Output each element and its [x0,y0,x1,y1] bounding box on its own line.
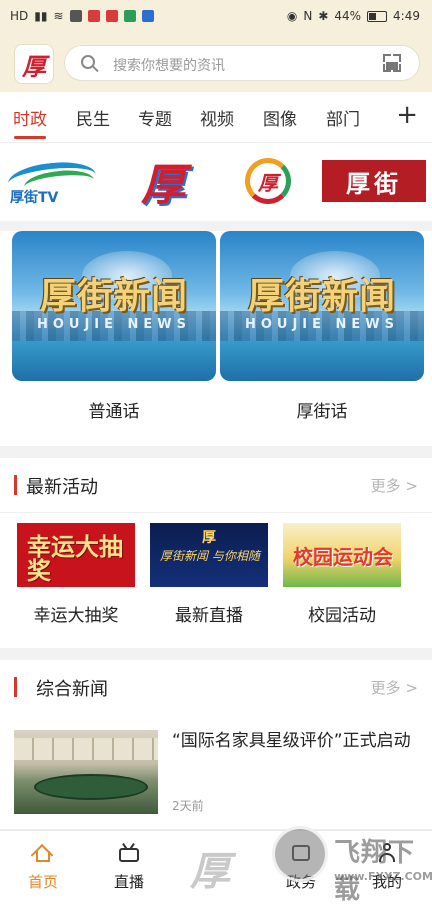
add-tab-icon[interactable]: + [396,101,418,129]
activity-thumb-text: 厚街新闻 与你相随 [160,549,260,563]
activity-thumb-text: 校园运动会 [293,545,393,569]
divider [0,221,432,231]
battery-percent: 44% [334,9,362,23]
video-thumb-title: 厚街新闻 [39,275,188,317]
channel-houjie-banner[interactable]: 厚街 [322,160,426,202]
watermark-logo-icon [272,826,328,882]
bluetooth-icon: ✱ [318,9,329,23]
more-news-link[interactable]: 更多 > [371,677,418,698]
section-title-news: 综合新闻 [36,679,108,700]
channel-houjie-ring-logo[interactable]: 厚 [240,153,296,209]
tab-politics[interactable]: 时政 [13,105,47,130]
nav-label: 首页 [27,873,58,891]
activity-live[interactable]: 厚 厚街新闻 与你相随 最新直播 [150,523,268,626]
video-card-label: 普通话 [88,402,140,422]
activity-thumb-logo: 厚 [202,530,216,546]
clock: 4:49 [393,9,420,23]
center-logo-button[interactable]: 厚 [190,839,230,897]
activity-label: 校园活动 [308,606,376,626]
video-thumbnail[interactable]: 厚街新闻 HOUJIE NEWS [12,231,216,381]
watermark-name: 飞翔下载 [334,838,416,905]
app-notification-icon [87,10,100,22]
nav-live[interactable]: 直播 [86,843,172,892]
channel-tv-label: 厚街TV [10,190,59,206]
active-tab-indicator [14,136,46,139]
activity-thumb-text: 幸运大抽奖 [27,532,123,585]
activity-thumbnail[interactable]: 厚 厚街新闻 与你相随 [150,523,268,587]
channel-houjie-tv[interactable]: 厚街TV [6,153,98,209]
watermark: 飞翔下载 www.FXXZ.COM [270,812,432,905]
logo-mark: 厚 [22,51,46,81]
tab-livelihood[interactable]: 民生 [76,105,110,130]
divider [0,648,432,660]
scan-icon[interactable] [383,54,401,72]
tabs-fade [370,92,398,142]
status-bar: HD ▮▮ ≋ ◉ N ✱ 44% 4:49 [0,0,432,34]
video-card-dialect[interactable]: 厚街新闻 HOUJIE NEWS 厚街话 [220,231,424,422]
video-thumbnail[interactable]: 厚街新闻 HOUJIE NEWS [220,231,424,381]
video-thumb-title: 厚街新闻 [247,275,396,317]
search-icon [81,55,95,69]
sync-app-icon [123,10,136,22]
chat-app-icon [69,10,82,22]
channel-ring-mark: 厚 [245,158,291,204]
cloud-app-icon [141,10,154,22]
news-time: 2天前 [172,799,204,813]
section-title-activities: 最新活动 [26,477,98,498]
app-logo[interactable]: 厚 [14,44,54,84]
section-header-activities: 最新活动 更多 > [0,458,432,513]
nav-label: 直播 [113,873,144,891]
category-tabs: 时政 民生 专题 视频 图像 部门 + [0,92,432,143]
news-title[interactable]: “国际名家具星级评价”正式启动 [172,729,418,754]
channel-strip: 厚街TV 厚 厚 厚街 [0,143,432,221]
activity-label: 最新直播 [175,606,243,626]
search-bar[interactable]: 搜索你想要的资讯 [64,45,420,81]
status-icons-left: HD ▮▮ ≋ [10,9,154,23]
activity-lucky-draw[interactable]: 幸运大抽奖 幸运大抽奖 [17,523,135,626]
live-icon [118,843,140,863]
watermark-url: www.FXXZ.COM [334,870,432,883]
app-header: 厚 搜索你想要的资讯 [0,34,432,92]
section-header-news: 综合新闻 更多 > [0,660,432,715]
wifi-icon: ≋ [53,9,64,23]
network-indicator: HD [10,9,29,23]
nfc-icon: N [303,9,313,23]
divider [0,446,432,458]
section-accent-bar [14,475,17,495]
video-card-label: 厚街话 [296,402,348,422]
video-thumb-subtitle: HOUJIE NEWS [36,317,192,332]
video-card-mandarin[interactable]: 厚街新闻 HOUJIE NEWS 普通话 [12,231,216,422]
eye-icon: ◉ [286,9,298,23]
search-input[interactable]: 搜索你想要的资讯 [113,55,225,75]
tab-departments[interactable]: 部门 [326,105,360,130]
signal-icon: ▮▮ [34,9,48,23]
nav-home[interactable]: 首页 [0,843,86,892]
activity-thumbnail[interactable]: 幸运大抽奖 [17,523,135,587]
video-thumb-subtitle: HOUJIE NEWS [244,317,400,332]
activity-thumbnail[interactable]: 校园运动会 [283,523,401,587]
more-activities-link[interactable]: 更多 > [371,475,418,496]
section-accent-bar [14,677,17,697]
activity-campus[interactable]: 校园运动会 校园活动 [283,523,401,626]
activity-label: 幸运大抽奖 [33,606,119,626]
mail-app-icon [105,10,118,22]
battery-icon [367,10,388,22]
tab-video[interactable]: 视频 [200,105,234,130]
tab-topics[interactable]: 专题 [138,105,172,130]
channel-houjie-logo[interactable]: 厚 [128,153,198,211]
news-thumbnail[interactable] [14,730,158,814]
tab-images[interactable]: 图像 [263,105,297,130]
home-icon [30,843,54,867]
status-icons-right: ◉ N ✱ 44% 4:49 [287,9,420,23]
